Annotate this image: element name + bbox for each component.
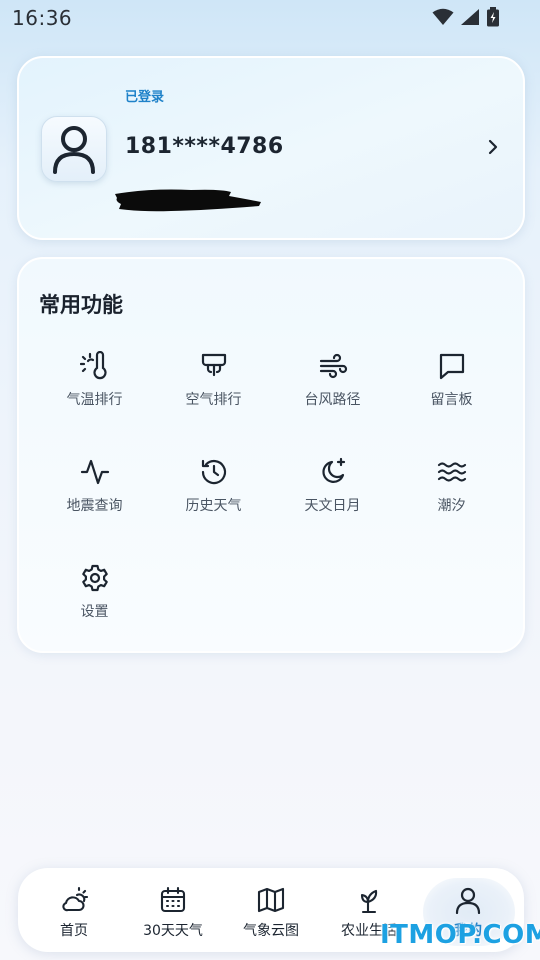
function-settings[interactable]: 设置	[35, 563, 154, 643]
nav-label: 气象云图	[243, 923, 299, 939]
message-square-icon	[437, 351, 467, 381]
sprout-icon	[355, 886, 383, 914]
signal-icon	[460, 8, 480, 30]
wind-icon	[318, 351, 348, 381]
nav-label: 30天天气	[143, 923, 203, 939]
history-clock-icon	[199, 457, 229, 487]
air-conditioner-icon	[199, 351, 229, 381]
function-label: 历史天气	[185, 498, 242, 514]
chevron-right-icon[interactable]	[487, 138, 499, 160]
function-astronomy[interactable]: 天文日月	[273, 457, 392, 537]
function-temperature-ranking[interactable]: 气温排行	[35, 351, 154, 431]
phone-number: 181****4786	[125, 134, 284, 159]
function-label: 设置	[80, 604, 109, 620]
avatar[interactable]	[41, 116, 107, 182]
function-label: 气温排行	[66, 392, 123, 408]
section-title: 常用功能	[39, 293, 123, 317]
watermark: ITMOP.COM	[380, 920, 540, 950]
nav-item-30-day-weather[interactable]: 30天天气	[123, 868, 223, 952]
function-history-weather[interactable]: 历史天气	[154, 457, 273, 537]
function-label: 空气排行	[185, 392, 242, 408]
nav-item-home[interactable]: 首页	[24, 868, 124, 952]
moon-star-icon	[318, 457, 348, 487]
function-air-ranking[interactable]: 空气排行	[154, 351, 273, 431]
function-message-board[interactable]: 留言板	[392, 351, 511, 431]
status-bar: 16:36	[0, 0, 540, 36]
function-earthquake-query[interactable]: 地震查询	[35, 457, 154, 537]
login-status-badge: 已登录	[125, 90, 165, 105]
function-label: 天文日月	[304, 498, 361, 514]
status-time: 16:36	[12, 6, 73, 30]
cloud-sun-icon	[60, 886, 88, 914]
function-tide[interactable]: 潮汐	[392, 457, 511, 537]
status-icons	[432, 7, 500, 31]
function-label: 台风路径	[304, 392, 361, 408]
nav-label: 首页	[60, 923, 88, 939]
activity-pulse-icon	[80, 457, 110, 487]
function-label: 留言板	[430, 392, 473, 408]
function-label: 潮汐	[437, 498, 466, 514]
function-typhoon-path[interactable]: 台风路径	[273, 351, 392, 431]
thermometer-icon	[79, 351, 110, 381]
calendar-icon	[159, 886, 187, 914]
nav-item-satellite-map[interactable]: 气象云图	[221, 868, 321, 952]
user-icon	[454, 886, 482, 914]
map-icon	[257, 886, 285, 914]
gear-icon	[80, 563, 110, 593]
redaction-mark	[111, 186, 263, 220]
user-icon	[53, 126, 95, 174]
battery-icon	[486, 7, 500, 31]
waves-icon	[437, 457, 467, 487]
wifi-icon	[432, 8, 454, 30]
function-label: 地震查询	[66, 498, 123, 514]
profile-card[interactable]: 已登录 181****4786	[17, 56, 525, 240]
common-functions-card: 常用功能 气温排行 空气排行 台风路径 留言板 地震查询 历史天气 天文日月 潮…	[17, 257, 525, 653]
